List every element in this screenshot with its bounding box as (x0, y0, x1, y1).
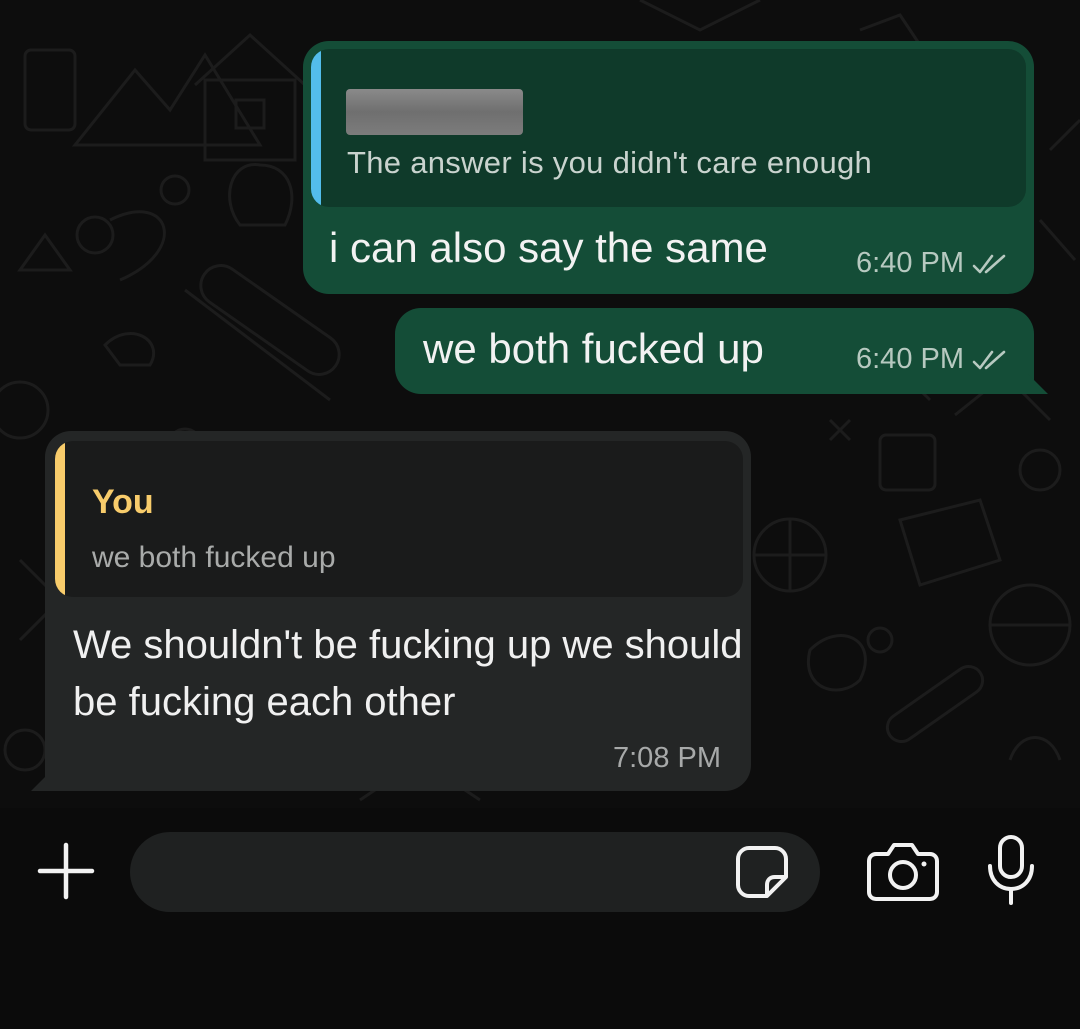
message-time: 7:08 PM (613, 742, 721, 774)
quoted-reply[interactable]: You we both fucked up (55, 441, 743, 597)
message-input-field[interactable] (160, 832, 724, 914)
message-text: we both fucked up (423, 325, 764, 372)
sticker-icon[interactable] (733, 843, 791, 901)
outgoing-message[interactable]: The answer is you didn't care enough i c… (303, 41, 1034, 294)
bubble-tail (31, 771, 51, 791)
quote-accent-bar (55, 441, 65, 597)
quote-accent-bar (311, 49, 321, 207)
quoted-text: we both fucked up (92, 541, 336, 574)
microphone-icon[interactable] (985, 834, 1037, 906)
outgoing-message[interactable]: we both fucked up 6:40 PM (395, 308, 1048, 394)
message-time: 6:40 PM (856, 247, 964, 279)
message-text: We shouldn't be fucking up we should be … (73, 623, 743, 724)
camera-icon[interactable] (866, 840, 940, 902)
bubble-tail (1028, 374, 1048, 394)
quoted-author: You (92, 483, 154, 521)
plus-icon[interactable] (36, 841, 96, 901)
double-check-icon (972, 350, 1006, 369)
quoted-text: The answer is you didn't care enough (347, 145, 873, 180)
double-check-icon (972, 254, 1006, 273)
message-text: i can also say the same (329, 224, 768, 271)
incoming-message[interactable]: You we both fucked up We shouldn't be fu… (31, 431, 751, 791)
message-meta: 6:40 PM (856, 343, 1008, 376)
message-meta: 7:08 PM (613, 742, 721, 775)
message-meta: 6:40 PM (856, 247, 1008, 280)
quoted-reply[interactable]: The answer is you didn't care enough (311, 49, 1026, 207)
message-input[interactable] (130, 832, 820, 914)
chat-area: The answer is you didn't care enough i c… (0, 0, 1080, 808)
redacted-author-name (346, 89, 523, 135)
message-time: 6:40 PM (856, 343, 964, 375)
